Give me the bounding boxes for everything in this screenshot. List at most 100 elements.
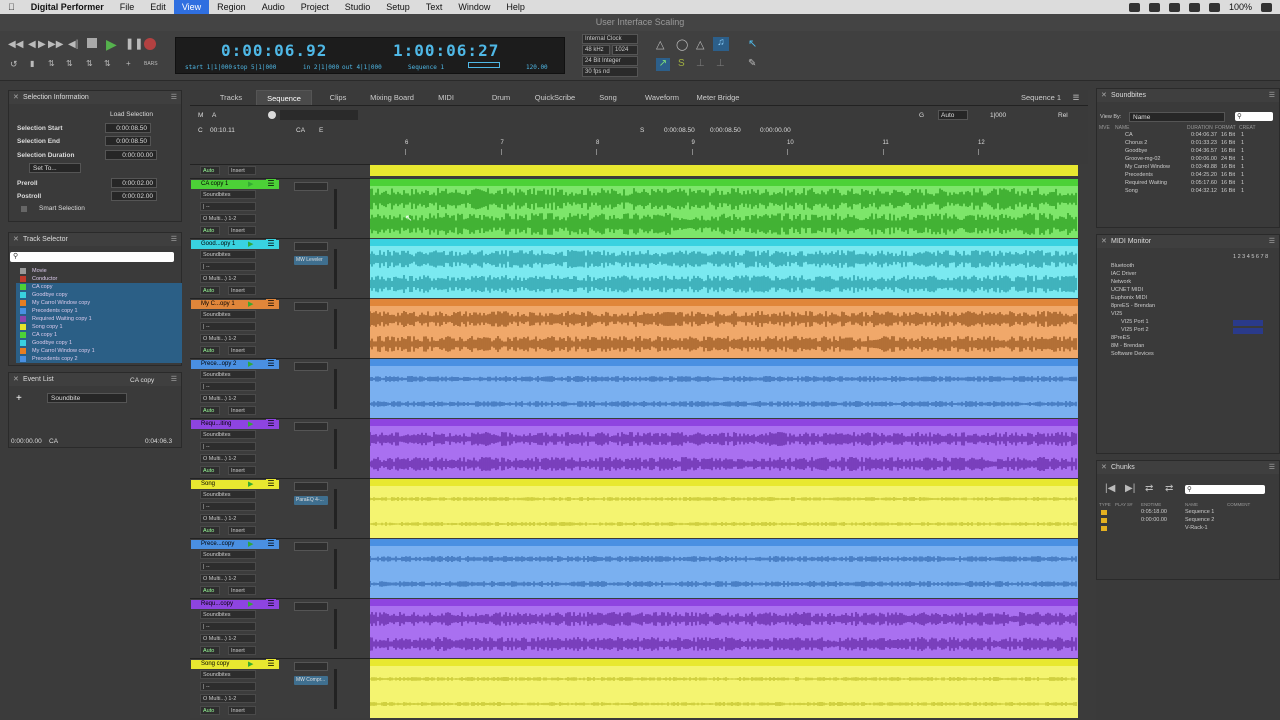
- chunk-prev-icon[interactable]: |◀: [1105, 483, 1115, 494]
- menu-region[interactable]: Region: [209, 0, 254, 14]
- track-selector-item[interactable]: Required Waiting copy 1: [16, 315, 182, 323]
- auto-label[interactable]: Auto: [200, 586, 220, 595]
- track-sub-field[interactable]: Soundbites: [200, 310, 256, 319]
- track-lane[interactable]: [370, 419, 1078, 478]
- skip-back-icon[interactable]: ◀|: [68, 39, 78, 50]
- chunks-column-header[interactable]: TYPE: [1099, 502, 1111, 507]
- panel-menu-icon[interactable]: ☰: [1269, 89, 1275, 102]
- chunk-link-icon[interactable]: ⇄: [1165, 483, 1173, 494]
- tab-mixing-board[interactable]: Mixing Board: [364, 90, 420, 105]
- mute-toggle[interactable]: M: [198, 112, 203, 119]
- track-sub-field[interactable]: | --: [200, 682, 256, 691]
- track-selector-item[interactable]: Conductor: [16, 275, 182, 283]
- soundbite-name[interactable]: Precedents: [1125, 172, 1153, 178]
- auto-label[interactable]: Auto: [200, 526, 220, 535]
- menu-file[interactable]: File: [112, 0, 143, 14]
- track-sub-field[interactable]: Soundbites: [200, 670, 256, 679]
- track-sub-field[interactable]: O Multi...) 1-2: [200, 574, 256, 583]
- play-button[interactable]: ▶: [106, 36, 117, 53]
- tab-tracks[interactable]: Tracks: [208, 90, 254, 105]
- panel-menu-icon[interactable]: ☰: [1269, 461, 1275, 474]
- track-volume-field[interactable]: [294, 302, 328, 311]
- track-sub-field[interactable]: | --: [200, 502, 256, 511]
- midi-device[interactable]: 8M - Brendan: [1111, 343, 1144, 349]
- auto-label[interactable]: Auto: [200, 286, 220, 295]
- chunk-name[interactable]: Sequence 1: [1185, 509, 1214, 515]
- soundbite-name[interactable]: CA: [1125, 132, 1133, 138]
- tab-midi[interactable]: MIDI: [422, 90, 470, 105]
- menu-project[interactable]: Project: [293, 0, 337, 14]
- track-menu-icon[interactable]: ☰: [266, 479, 276, 489]
- menu-edit[interactable]: Edit: [142, 0, 174, 14]
- auto-dropdown[interactable]: Auto: [938, 110, 968, 120]
- track-play-icon[interactable]: ▶: [248, 660, 253, 668]
- insert-plugin[interactable]: ParaEQ 4-...: [294, 496, 328, 505]
- pencil-tool-icon[interactable]: ✎: [748, 58, 756, 69]
- automation-toggle[interactable]: A: [212, 112, 216, 119]
- trim-icon[interactable]: ⊥: [696, 58, 705, 69]
- chunks-column-header[interactable]: NAME: [1185, 502, 1198, 507]
- track-header[interactable]: My C...opy 1 ▶ ☰ Soundbites | -- O Multi...) …: [190, 298, 370, 358]
- tab-song[interactable]: Song: [586, 90, 630, 105]
- clock-source[interactable]: Internal Clock: [582, 34, 638, 44]
- memory-cycle-icon[interactable]: ⇅: [66, 59, 73, 68]
- cloud-icon[interactable]: [1168, 2, 1180, 12]
- event-time[interactable]: 0:00:00.00: [11, 438, 42, 445]
- track-lane[interactable]: [370, 179, 1078, 238]
- in-label[interactable]: in 2|1|000: [303, 64, 339, 71]
- track-volume-field[interactable]: [294, 482, 328, 491]
- track-lane[interactable]: [370, 659, 1078, 718]
- auto-label[interactable]: Auto: [200, 706, 220, 715]
- track-header[interactable]: Song copy ▶ ☰ Soundbites | -- O Multi...) 1-2…: [190, 658, 370, 718]
- record-button[interactable]: [144, 38, 156, 50]
- midi-device[interactable]: VI25 Port 2: [1121, 327, 1149, 333]
- cycle-icon[interactable]: ⇅: [48, 59, 55, 68]
- click-icon[interactable]: +: [126, 59, 131, 68]
- track-volume-field[interactable]: [294, 242, 328, 251]
- track-volume-field[interactable]: [294, 602, 328, 611]
- battery-icon[interactable]: [1261, 2, 1272, 12]
- wifi-icon[interactable]: [1188, 2, 1200, 12]
- close-icon[interactable]: ✕: [1101, 89, 1107, 102]
- track-lane[interactable]: [370, 479, 1078, 538]
- tuner-icon[interactable]: △: [696, 38, 704, 51]
- track-lane[interactable]: [370, 599, 1078, 658]
- conductor-lane[interactable]: [370, 165, 1078, 176]
- bit-depth[interactable]: 24 Bit Integer: [582, 56, 638, 66]
- track-lane[interactable]: [370, 239, 1078, 298]
- stop-button[interactable]: [87, 38, 97, 48]
- soundbites-column-header[interactable]: DURATION: [1187, 125, 1213, 131]
- soundbites-column-header[interactable]: MVE: [1099, 125, 1110, 131]
- midi-device[interactable]: 8preES - Brendan: [1111, 303, 1155, 309]
- tab-drum[interactable]: Drum: [476, 90, 526, 105]
- track-sub-field[interactable]: Soundbites: [200, 430, 256, 439]
- volume-icon[interactable]: [1208, 2, 1220, 12]
- close-icon[interactable]: ✕: [1101, 235, 1107, 248]
- track-play-icon[interactable]: ▶: [248, 420, 253, 428]
- close-icon[interactable]: ✕: [13, 373, 19, 386]
- chunk-next-icon[interactable]: ▶|: [1125, 483, 1135, 494]
- track-volume-field[interactable]: [294, 542, 328, 551]
- loop-icon[interactable]: ↺: [10, 59, 18, 70]
- grid-toggle[interactable]: G: [919, 112, 924, 119]
- selection-duration-field[interactable]: 0:00:00.00: [105, 150, 157, 160]
- panel-menu-icon[interactable]: ☰: [171, 91, 177, 104]
- track-selector-item[interactable]: My Carrol Window copy: [16, 299, 182, 307]
- forward-icon[interactable]: ▶: [38, 39, 46, 50]
- track-header[interactable]: CA copy 1 ▶ ☰ Soundbites | -- O Multi...) 1-2…: [190, 178, 370, 238]
- out-label[interactable]: out 4|1|000: [342, 64, 382, 71]
- track-sub-field[interactable]: Soundbites: [200, 370, 256, 379]
- menu-text[interactable]: Text: [418, 0, 451, 14]
- midi-device[interactable]: UCNET MIDI: [1111, 287, 1143, 293]
- tab-waveform[interactable]: Waveform: [636, 90, 688, 105]
- track-search-input[interactable]: ⚲: [10, 252, 174, 262]
- track-sub-field[interactable]: | --: [200, 622, 256, 631]
- insert-plugin[interactable]: MW Compr...: [294, 676, 328, 685]
- app-menu[interactable]: Digital Performer: [23, 0, 112, 14]
- midi-device[interactable]: Euphonix MIDI: [1111, 295, 1147, 301]
- chunks-column-header[interactable]: S#: [1127, 502, 1133, 507]
- track-sub-field[interactable]: Soundbites: [200, 250, 256, 259]
- clock-icon[interactable]: ◯: [676, 38, 688, 51]
- insert-label[interactable]: Insert: [228, 166, 256, 175]
- punch-icon[interactable]: ▮: [30, 59, 34, 68]
